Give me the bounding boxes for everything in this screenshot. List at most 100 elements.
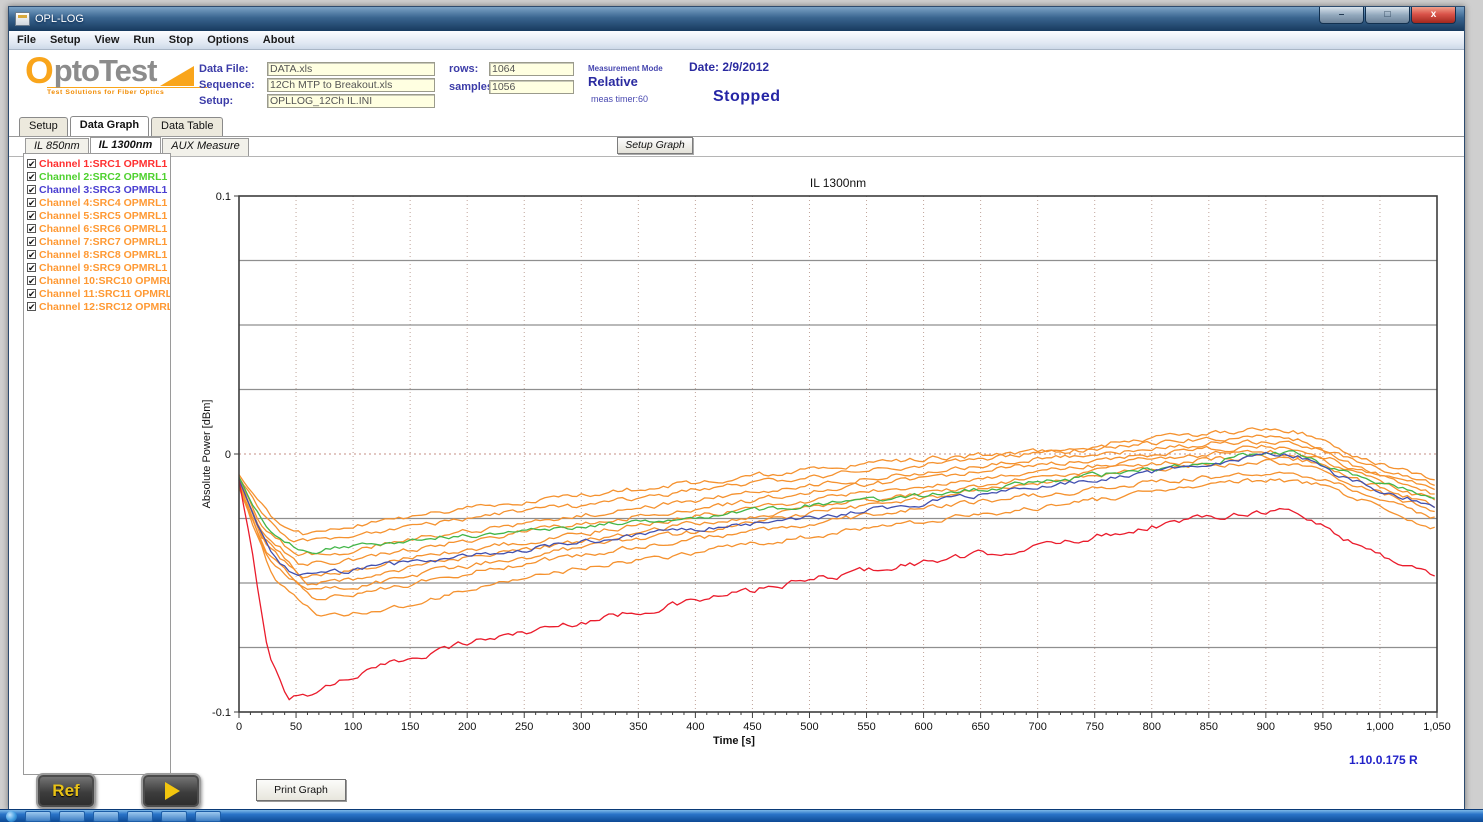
- logo-tagline: Test Solutions for Fiber Optics: [47, 87, 207, 96]
- maximize-button[interactable]: □: [1365, 7, 1410, 24]
- channel-row-2: ✔Channel 2:SRC2 OPMRL1 (: [26, 170, 170, 183]
- tab-data-table[interactable]: Data Table: [151, 117, 223, 136]
- x-tick-label: 600: [914, 721, 932, 733]
- start-orb-icon[interactable]: [6, 811, 17, 822]
- opl-log-window: OPL-LOG – □ x File Setup View Run Stop Option…: [8, 6, 1465, 810]
- channel-checkbox-1[interactable]: ✔: [27, 159, 36, 168]
- x-tick-label: 1,050: [1423, 721, 1451, 733]
- channel-row-3: ✔Channel 3:SRC3 OPMRL1 (: [26, 183, 170, 196]
- channel-checkbox-3[interactable]: ✔: [27, 185, 36, 194]
- print-graph-button[interactable]: Print Graph: [256, 779, 346, 801]
- x-tick-label: 650: [971, 721, 989, 733]
- channel-row-12: ✔Channel 12:SRC12 OPMRL: [26, 300, 170, 313]
- ref-button[interactable]: Ref: [36, 773, 96, 809]
- channel-checkbox-6[interactable]: ✔: [27, 224, 36, 233]
- channel-row-10: ✔Channel 10:SRC10 OPMRL: [26, 274, 170, 287]
- x-tick-label: 500: [800, 721, 818, 733]
- meas-timer-text: meas timer:60: [591, 94, 648, 104]
- app-icon: [15, 12, 30, 26]
- setup-graph-button[interactable]: Setup Graph: [617, 137, 693, 154]
- close-button[interactable]: x: [1411, 7, 1456, 24]
- x-tick-label: 250: [515, 721, 533, 733]
- samples-input[interactable]: [489, 80, 574, 94]
- rows-input[interactable]: [489, 62, 574, 76]
- setup-input[interactable]: [267, 94, 435, 108]
- logo-letter-o: O: [25, 56, 54, 86]
- x-tick-label: 400: [686, 721, 704, 733]
- il-1300nm-chart: 0501001502002503003504004505005506006507…: [169, 153, 1469, 775]
- menu-item-setup[interactable]: Setup: [50, 34, 81, 46]
- taskbar-app-icon[interactable]: [127, 811, 153, 822]
- x-tick-label: 350: [629, 721, 647, 733]
- windows-taskbar[interactable]: [0, 809, 1483, 822]
- y-axis-title: Absolute Power [dBm]: [201, 400, 213, 509]
- channel-checkbox-8[interactable]: ✔: [27, 250, 36, 259]
- channel-row-9: ✔Channel 9:SRC9 OPMRL1 (: [26, 261, 170, 274]
- optotest-logo: OptoTest Test Solutions for Fiber Optics: [25, 56, 210, 96]
- play-button[interactable]: [141, 773, 201, 809]
- ref-button-label: Ref: [52, 781, 79, 801]
- channel-row-6: ✔Channel 6:SRC6 OPMRL1 (: [26, 222, 170, 235]
- channel-label-9: Channel 9:SRC9 OPMRL1 (: [39, 262, 170, 274]
- channel-row-8: ✔Channel 8:SRC8 OPMRL1 (: [26, 248, 170, 261]
- taskbar-app-icon[interactable]: [25, 811, 51, 822]
- x-tick-label: 450: [743, 721, 761, 733]
- menu-bar: File Setup View Run Stop Options About: [9, 31, 1464, 50]
- menu-item-view[interactable]: View: [95, 34, 120, 46]
- x-tick-label: 750: [1086, 721, 1104, 733]
- menu-item-about[interactable]: About: [263, 34, 295, 46]
- data-file-input[interactable]: [267, 62, 435, 76]
- caption-buttons: – □ x: [1318, 7, 1456, 24]
- menu-item-stop[interactable]: Stop: [169, 34, 193, 46]
- channel-label-11: Channel 11:SRC11 OPMRL: [39, 288, 170, 300]
- x-tick-label: 800: [1143, 721, 1161, 733]
- x-tick-label: 200: [458, 721, 476, 733]
- x-tick-label: 1,000: [1366, 721, 1394, 733]
- setup-label: Setup:: [199, 95, 233, 107]
- channel-checkbox-10[interactable]: ✔: [27, 276, 36, 285]
- channel-label-5: Channel 5:SRC5 OPMRL1 (: [39, 210, 170, 222]
- version-text: 1.10.0.175 R: [1349, 753, 1418, 767]
- taskbar-app-icon[interactable]: [161, 811, 187, 822]
- data-file-label: Data File:: [199, 63, 249, 75]
- channel-checkbox-11[interactable]: ✔: [27, 289, 36, 298]
- channel-checkbox-5[interactable]: ✔: [27, 211, 36, 220]
- tab-setup[interactable]: Setup: [19, 117, 68, 136]
- channel-row-4: ✔Channel 4:SRC4 OPMRL1 (: [26, 196, 170, 209]
- menu-item-options[interactable]: Options: [207, 34, 249, 46]
- channel-label-6: Channel 6:SRC6 OPMRL1 (: [39, 223, 170, 235]
- taskbar-app-icon[interactable]: [195, 811, 221, 822]
- menu-item-run[interactable]: Run: [133, 34, 154, 46]
- tab-data-graph[interactable]: Data Graph: [70, 116, 149, 136]
- channel-row-7: ✔Channel 7:SRC7 OPMRL1 (: [26, 235, 170, 248]
- tab-strip-divider: [9, 136, 1464, 137]
- y-tick-label: 0: [225, 449, 231, 461]
- channel-checkbox-9[interactable]: ✔: [27, 263, 36, 272]
- x-tick-label: 850: [1200, 721, 1218, 733]
- channel-list-panel: ✔Channel 1:SRC1 OPMRL1 (✔Channel 2:SRC2 …: [23, 153, 171, 775]
- status-text: Stopped: [713, 88, 781, 106]
- taskbar-app-icon[interactable]: [59, 811, 85, 822]
- x-tick-label: 0: [236, 721, 242, 733]
- taskbar-app-icon[interactable]: [93, 811, 119, 822]
- window-title: OPL-LOG: [35, 13, 84, 25]
- channel-checkbox-2[interactable]: ✔: [27, 172, 36, 181]
- x-tick-label: 550: [857, 721, 875, 733]
- header-panel: OptoTest Test Solutions for Fiber Optics…: [9, 50, 1464, 116]
- channel-checkbox-7[interactable]: ✔: [27, 237, 36, 246]
- channel-checkbox-4[interactable]: ✔: [27, 198, 36, 207]
- x-tick-label: 50: [290, 721, 302, 733]
- chart-title: IL 1300nm: [810, 176, 866, 190]
- menu-item-file[interactable]: File: [17, 34, 36, 46]
- title-bar[interactable]: OPL-LOG: [9, 7, 1464, 31]
- channel-row-11: ✔Channel 11:SRC11 OPMRL: [26, 287, 170, 300]
- date-value: 2/9/2012: [722, 60, 769, 74]
- sequence-input[interactable]: [267, 78, 435, 92]
- x-tick-label: 100: [344, 721, 362, 733]
- minimize-button[interactable]: –: [1319, 7, 1364, 24]
- channel-checkbox-12[interactable]: ✔: [27, 302, 36, 311]
- channel-row-5: ✔Channel 5:SRC5 OPMRL1 (: [26, 209, 170, 222]
- channel-label-8: Channel 8:SRC8 OPMRL1 (: [39, 249, 170, 261]
- channel-label-10: Channel 10:SRC10 OPMRL: [39, 275, 170, 287]
- x-tick-label: 900: [1257, 721, 1275, 733]
